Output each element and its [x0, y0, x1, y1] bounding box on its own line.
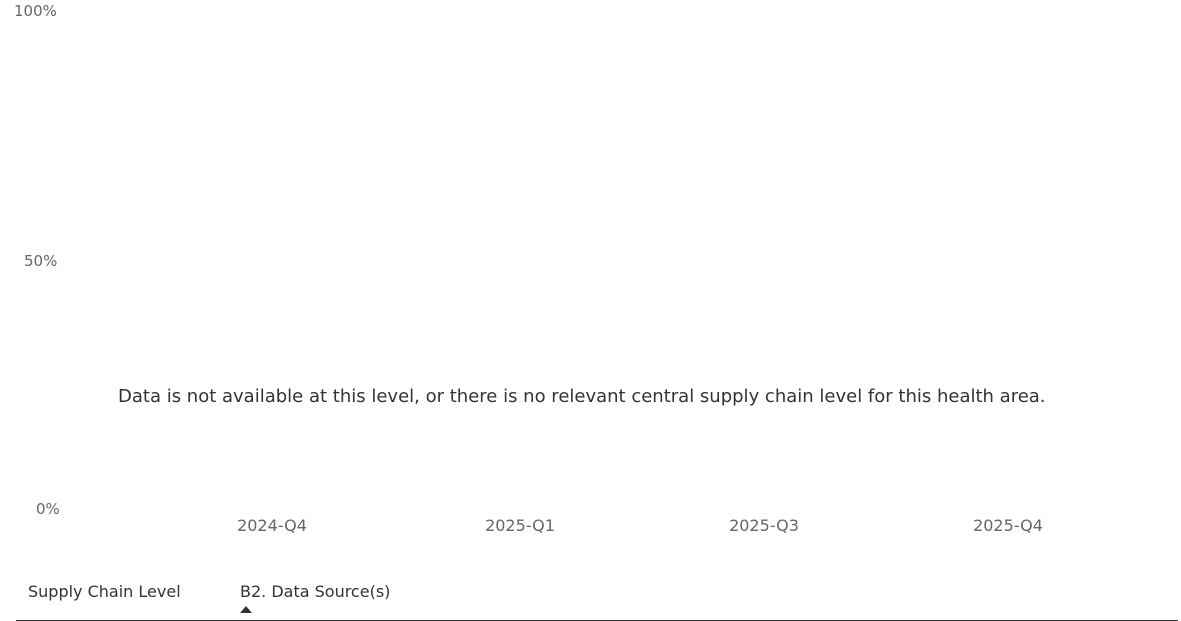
y-tick-label: 0%	[36, 500, 60, 518]
x-tick-label: 2025-Q1	[485, 516, 555, 535]
x-tick-label: 2025-Q3	[729, 516, 799, 535]
column-header-supply-chain-level[interactable]: Supply Chain Level	[28, 582, 181, 601]
x-tick-label: 2024-Q4	[237, 516, 307, 535]
x-tick-label: 2025-Q4	[973, 516, 1043, 535]
y-tick-label: 50%	[24, 252, 58, 270]
column-header-data-sources[interactable]: B2. Data Source(s)	[240, 582, 390, 601]
sort-ascending-icon[interactable]	[240, 606, 252, 613]
chart: 100% 50% 0% 2024-Q4 2025-Q1 2025-Q3 2025…	[0, 0, 1181, 560]
y-tick-label: 100%	[14, 2, 57, 20]
no-data-message: Data is not available at this level, or …	[118, 386, 1046, 407]
table-header-row: Supply Chain Level B2. Data Source(s)	[16, 578, 1178, 621]
